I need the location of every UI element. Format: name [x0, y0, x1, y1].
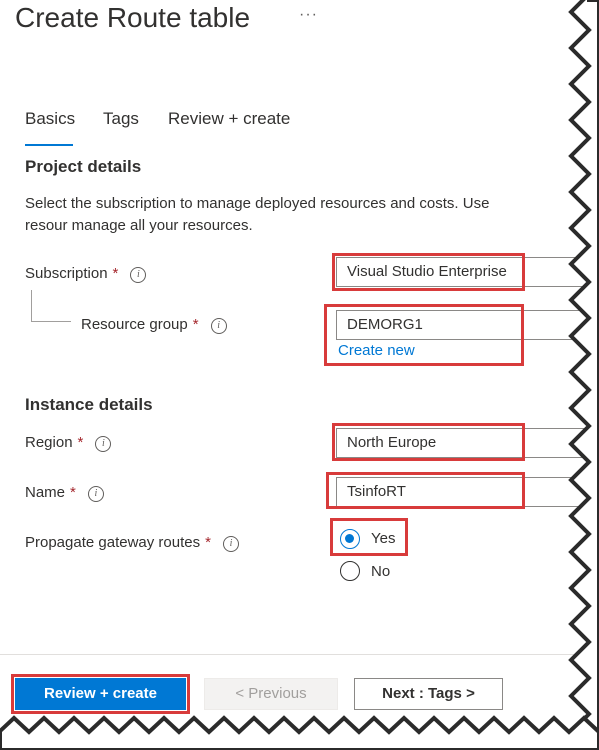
- tab-basics[interactable]: Basics: [25, 109, 75, 129]
- info-icon[interactable]: i: [95, 436, 112, 452]
- required-asterisk: *: [205, 534, 211, 551]
- review-create-highlight: [11, 674, 190, 714]
- subscription-label-text: Subscription: [25, 265, 108, 282]
- project-details-heading: Project details: [25, 157, 142, 176]
- resource-group-highlight: [324, 304, 524, 366]
- project-details-description: Select the subscription to manage deploy…: [25, 195, 490, 234]
- required-asterisk: *: [192, 316, 199, 333]
- torn-edge-bottom: [0, 715, 599, 750]
- name-highlight: [326, 472, 525, 509]
- tab-tags[interactable]: Tags: [103, 109, 139, 129]
- page-title: Create Route table: [15, 2, 251, 33]
- more-options-icon[interactable]: ···: [299, 6, 318, 24]
- info-icon[interactable]: i: [87, 486, 104, 502]
- propagate-label: Propagate gateway routes * i: [25, 534, 239, 552]
- radio-no-label[interactable]: No: [371, 563, 390, 580]
- required-asterisk: *: [70, 484, 76, 501]
- subscription-highlight: [332, 253, 525, 291]
- region-label: Region * i: [25, 434, 112, 452]
- previous-button[interactable]: < Previous: [204, 678, 338, 710]
- resource-group-label-text: Resource group: [81, 316, 188, 333]
- footer-divider: [0, 654, 599, 655]
- tree-connector: [31, 290, 32, 322]
- torn-edge-right: [568, 0, 599, 750]
- subscription-label: Subscription * i: [25, 265, 147, 283]
- resource-group-label: Resource group * i: [81, 316, 227, 334]
- tab-review-create[interactable]: Review + create: [168, 109, 290, 129]
- radio-no[interactable]: [340, 561, 360, 581]
- region-highlight: [332, 423, 525, 461]
- info-icon[interactable]: i: [130, 267, 147, 283]
- info-icon[interactable]: i: [210, 318, 227, 334]
- required-asterisk: *: [77, 434, 84, 451]
- required-asterisk: *: [112, 265, 119, 282]
- tree-connector-horizontal: [31, 321, 71, 322]
- instance-details-heading: Instance details: [25, 395, 153, 414]
- name-label-text: Name: [25, 484, 66, 501]
- info-icon[interactable]: i: [222, 536, 239, 552]
- next-tags-button[interactable]: Next : Tags >: [354, 678, 503, 710]
- name-label: Name * i: [25, 484, 104, 502]
- propagate-highlight: [330, 518, 408, 556]
- active-tab-indicator: [25, 144, 73, 146]
- propagate-label-text: Propagate gateway routes: [25, 534, 201, 551]
- region-label-text: Region: [25, 434, 73, 451]
